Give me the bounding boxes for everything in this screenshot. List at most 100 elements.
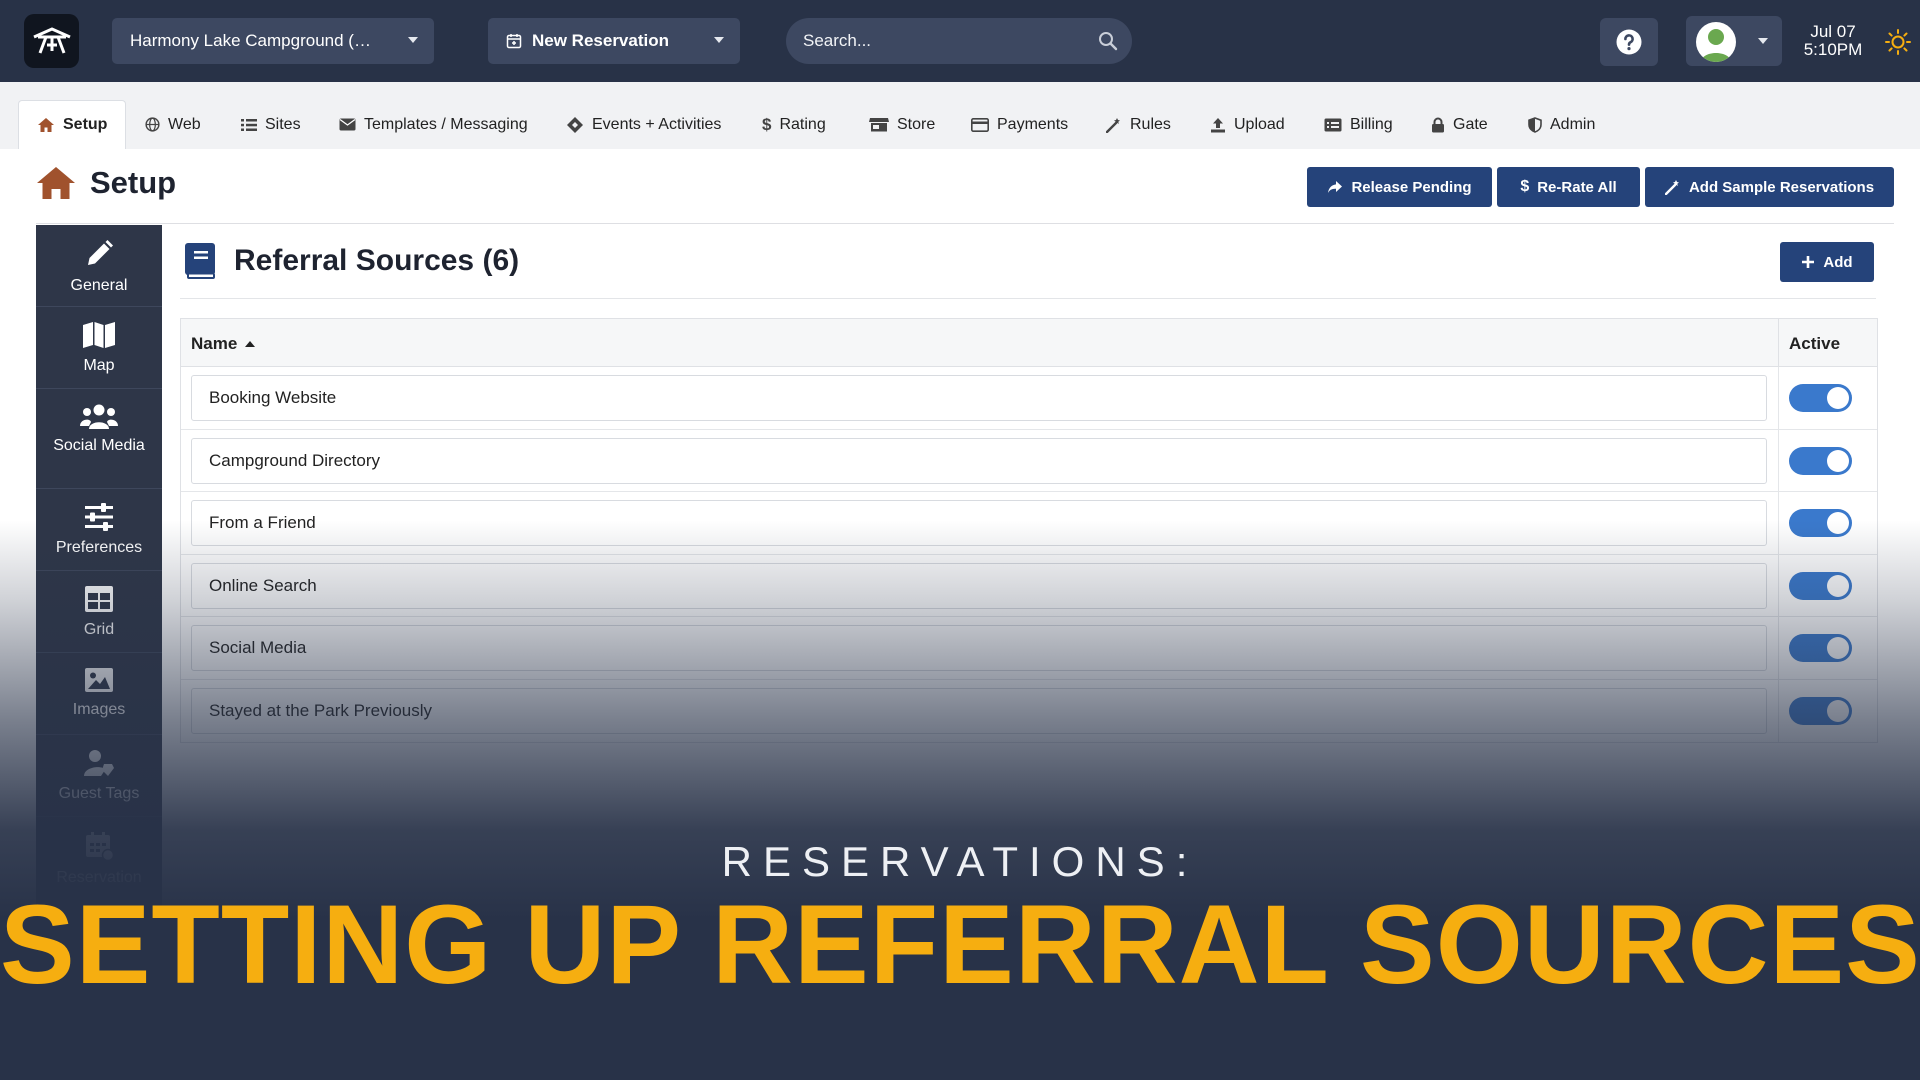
sidebar-item-preferences[interactable]: Preferences xyxy=(36,489,162,571)
overlay-kicker: RESERVATIONS: xyxy=(721,838,1199,885)
column-separator xyxy=(1778,679,1779,742)
sidebar-item-social-media[interactable]: Social Media xyxy=(36,389,162,489)
question-circle-icon xyxy=(1616,29,1642,55)
referral-name-input[interactable]: Social Media xyxy=(191,625,1767,671)
user-avatar-icon xyxy=(1701,29,1731,62)
campground-label: Harmony Lake Campground (… xyxy=(130,31,371,50)
tab-label: Gate xyxy=(1453,115,1488,133)
home-icon xyxy=(37,167,75,199)
sidebar-item-grid[interactable]: Grid xyxy=(36,571,162,653)
tab-setup[interactable]: Setup xyxy=(18,100,127,149)
toggle-knob xyxy=(1827,387,1849,409)
top-bar: Harmony Lake Campground (… New Reservati… xyxy=(0,0,1920,82)
campground-selector[interactable]: Harmony Lake Campground (… xyxy=(112,18,434,64)
help-button[interactable] xyxy=(1600,18,1658,66)
clock-date: Jul 07 xyxy=(1810,22,1856,41)
tab-sites[interactable]: Sites xyxy=(241,100,301,149)
tab-label: Billing xyxy=(1350,115,1393,133)
home-icon xyxy=(38,118,54,132)
toggle-knob xyxy=(1827,449,1849,472)
avatar xyxy=(1696,22,1736,62)
toggle-knob xyxy=(1827,637,1849,659)
rerate-all-button[interactable]: $ Re-Rate All xyxy=(1497,167,1640,207)
pencil-icon xyxy=(88,240,113,265)
active-toggle[interactable] xyxy=(1789,509,1852,537)
clock-time: 5:10PM xyxy=(1803,40,1863,59)
add-label: Add xyxy=(1823,253,1853,271)
dollar-icon: $ xyxy=(762,114,772,134)
referral-name-input[interactable]: Online Search xyxy=(191,562,1767,609)
sidebar-item-general[interactable]: General xyxy=(36,225,162,307)
page-header: Setup xyxy=(36,165,176,201)
share-icon xyxy=(1328,181,1343,193)
table-row: Booking Website xyxy=(181,367,1877,430)
add-sample-label: Add Sample Reservations xyxy=(1688,178,1875,196)
table-row: From a Friend xyxy=(181,492,1877,555)
header-divider xyxy=(36,223,1894,224)
active-toggle[interactable] xyxy=(1789,634,1852,662)
panel-title: Referral Sources (6) xyxy=(234,244,520,277)
magic-wand-icon xyxy=(1664,180,1679,195)
column-separator xyxy=(1778,617,1779,679)
user-menu[interactable] xyxy=(1686,16,1782,66)
active-toggle[interactable] xyxy=(1789,571,1852,600)
tab-gate[interactable]: Gate xyxy=(1431,100,1488,149)
tab-upload[interactable]: Upload xyxy=(1210,100,1285,149)
credit-card-icon xyxy=(971,117,989,132)
search-input[interactable] xyxy=(786,18,1086,64)
add-referral-source-button[interactable]: Add xyxy=(1780,242,1874,282)
sidebar-item-images[interactable]: Images xyxy=(36,653,162,735)
active-toggle[interactable] xyxy=(1789,384,1852,412)
release-pending-button[interactable]: Release Pending xyxy=(1307,167,1492,207)
logo-icon xyxy=(32,27,71,54)
table-header: Name Active xyxy=(181,319,1877,367)
tab-label: Setup xyxy=(63,116,108,133)
search-icon[interactable] xyxy=(1098,31,1118,51)
magic-wand-icon xyxy=(1106,117,1120,133)
tab-admin[interactable]: Admin xyxy=(1528,100,1595,149)
column-label: Name xyxy=(191,334,238,353)
app-logo[interactable] xyxy=(24,14,79,68)
new-reservation-button[interactable]: New Reservation xyxy=(488,18,740,64)
referral-name-input[interactable]: From a Friend xyxy=(191,500,1767,546)
sidebar-item-label: General xyxy=(70,277,128,294)
tab-label: Admin xyxy=(1550,115,1596,133)
tab-rating[interactable]: $ Rating xyxy=(762,100,826,149)
sidebar-item-map[interactable]: Map xyxy=(36,307,162,389)
column-separator xyxy=(1778,429,1779,491)
book-icon xyxy=(185,243,215,279)
column-header-name[interactable]: Name xyxy=(191,334,256,354)
tab-billing[interactable]: Billing xyxy=(1324,100,1393,149)
sun-icon[interactable] xyxy=(1885,29,1911,55)
table-icon xyxy=(85,586,113,612)
column-separator xyxy=(1778,554,1779,616)
tab-label: Rules xyxy=(1130,115,1171,133)
column-separator xyxy=(1778,319,1779,366)
clock: Jul 07 5:10PM xyxy=(1796,23,1870,59)
tab-label: Upload xyxy=(1234,115,1285,133)
tab-events-activities[interactable]: Events + Activities xyxy=(566,100,721,149)
sidebar-item-label: Guest Tags xyxy=(58,785,140,802)
active-toggle[interactable] xyxy=(1789,446,1852,475)
tab-store[interactable]: Store xyxy=(869,100,935,149)
chevron-down-icon xyxy=(408,37,418,43)
sidebar-item-guest-tags[interactable]: Guest Tags xyxy=(36,735,162,817)
main-tab-bar: Setup Web Sites Templates / Messaging Ev… xyxy=(0,82,1920,149)
list-icon xyxy=(241,118,257,131)
active-toggle[interactable] xyxy=(1789,696,1852,725)
tab-rules[interactable]: Rules xyxy=(1106,100,1171,149)
referral-name-input[interactable]: Booking Website xyxy=(191,375,1767,421)
search-box xyxy=(786,18,1132,64)
tab-templates-messaging[interactable]: Templates / Messaging xyxy=(339,100,528,149)
column-header-active: Active xyxy=(1789,334,1841,353)
globe-icon xyxy=(145,117,160,132)
referral-name-input[interactable]: Stayed at the Park Previously xyxy=(191,687,1767,734)
user-tag-icon xyxy=(84,750,114,776)
tab-payments[interactable]: Payments xyxy=(971,100,1068,149)
panel-divider xyxy=(180,298,1876,299)
add-sample-reservations-button[interactable]: Add Sample Reservations xyxy=(1645,167,1894,207)
billing-icon xyxy=(1324,118,1342,131)
tab-label: Store xyxy=(897,115,936,133)
tab-web[interactable]: Web xyxy=(145,100,201,149)
referral-name-input[interactable]: Campground Directory xyxy=(191,437,1767,484)
